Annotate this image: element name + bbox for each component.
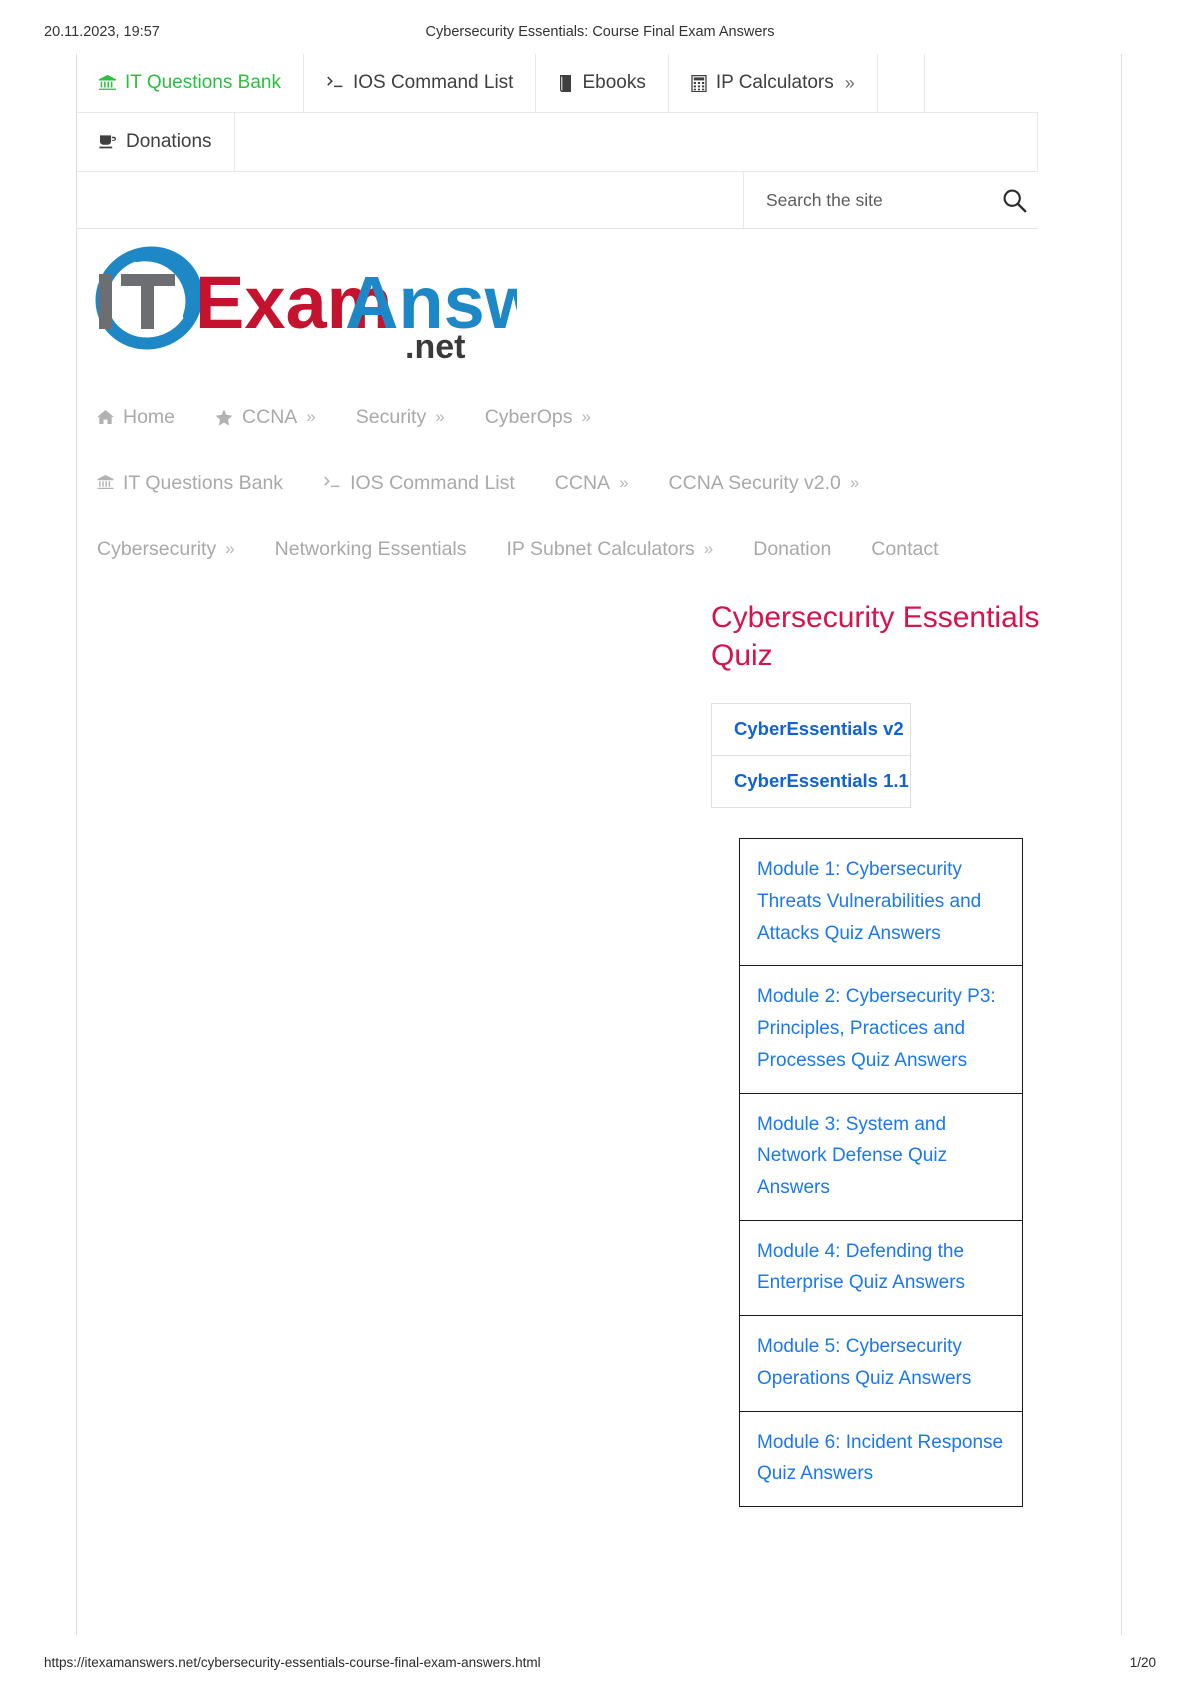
bank-icon <box>99 74 116 92</box>
nav-item-label: Networking Essentials <box>274 537 467 560</box>
topnav-item-ios-command-list[interactable]: IOS Command List <box>304 54 537 112</box>
chevron-double-right-icon: » <box>435 407 445 426</box>
topnav-item-donations[interactable]: Donations <box>77 113 235 171</box>
module-link-5[interactable]: Module 5: Cybersecurity Operations Quiz … <box>740 1316 1022 1412</box>
nav-item-ccna-security-v2[interactable]: CCNA Security v2.0 » <box>669 472 860 495</box>
main-nav-row-2: IT Questions Bank IOS Command List CCNA … <box>77 450 1077 516</box>
nav-item-label: Contact <box>871 537 939 560</box>
search-button[interactable] <box>1001 185 1028 215</box>
nav-item-ccna[interactable]: CCNA » <box>215 406 316 429</box>
chevron-double-right-icon: » <box>306 407 316 426</box>
search-icon <box>1003 189 1027 212</box>
nav-item-label: CCNA <box>242 405 298 428</box>
top-utility-nav-row-2: Donations <box>77 113 1038 172</box>
top-utility-nav: IT Questions Bank IOS Command List Ebook… <box>77 54 1038 229</box>
nav-item-home[interactable]: Home <box>97 406 175 429</box>
topnav-item-label: IP Calculators <box>715 72 834 93</box>
chevron-double-right-icon: » <box>619 473 629 492</box>
module-link-3[interactable]: Module 3: System and Network Defense Qui… <box>740 1094 1022 1221</box>
site-logo[interactable]: Exam Answers .net <box>77 246 547 364</box>
module-link-list: Module 1: Cybersecurity Threats Vulnerab… <box>739 838 1023 1507</box>
topnav-spacer-2 <box>235 113 1038 171</box>
nav-item-it-questions-bank[interactable]: IT Questions Bank <box>97 472 283 495</box>
nav-item-contact[interactable]: Contact <box>871 538 938 561</box>
calculator-icon <box>691 74 707 92</box>
bank-icon <box>97 475 114 491</box>
book-icon <box>558 74 573 92</box>
sidebar-tabs: CyberEssentials v2 CyberEssentials 1.1 <box>711 703 1051 809</box>
chevron-double-right-icon: » <box>703 539 714 558</box>
main-nav-row-3: Cybersecurity » Networking Essentials IP… <box>77 516 1077 582</box>
topnav-item-label: IT Questions Bank <box>125 72 281 93</box>
nav-item-label: CCNA <box>554 471 611 494</box>
terminal-icon <box>326 75 344 91</box>
nav-item-label: Cybersecurity <box>97 537 217 560</box>
print-source-url: https://itexamanswers.net/cybersecurity-… <box>44 1655 541 1670</box>
nav-item-label: Home <box>123 405 176 428</box>
nav-item-security[interactable]: Security » <box>356 406 445 429</box>
nav-item-label: IP Subnet Calculators <box>506 537 695 560</box>
tab-cyberessentials-1-1[interactable]: CyberEssentials 1.1 <box>711 756 911 809</box>
nav-item-ios-command-list[interactable]: IOS Command List <box>323 472 515 495</box>
topnav-tail <box>925 54 1038 112</box>
main-nav-row-1: Home CCNA » Security » CyberOps » <box>77 384 1077 450</box>
chevron-double-right-icon: » <box>225 539 235 558</box>
top-utility-nav-row-1: IT Questions Bank IOS Command List Ebook… <box>77 54 1038 113</box>
chevron-double-right-icon: » <box>581 407 591 426</box>
module-link-1[interactable]: Module 1: Cybersecurity Threats Vulnerab… <box>740 839 1022 967</box>
printed-web-page: 20.11.2023, 19:57 Cybersecurity Essentia… <box>0 0 1200 1698</box>
nav-item-networking-essentials[interactable]: Networking Essentials <box>275 538 467 561</box>
module-link-2[interactable]: Module 2: Cybersecurity P3: Principles, … <box>740 966 1022 1094</box>
nav-item-label: IT Questions Bank <box>123 471 284 494</box>
topnav-item-it-questions-bank[interactable]: IT Questions Bank <box>77 54 304 112</box>
main-navigation: Home CCNA » Security » CyberOps » IT Que… <box>77 384 1077 582</box>
nav-item-label: CyberOps <box>484 405 573 428</box>
topnav-spacer <box>878 54 925 112</box>
chevron-double-right-icon: » <box>849 473 860 492</box>
nav-item-donation[interactable]: Donation <box>753 538 831 561</box>
nav-item-label: CCNA Security v2.0 <box>668 471 841 494</box>
topnav-item-ebooks[interactable]: Ebooks <box>536 54 669 112</box>
sidebar-quiz-widget: Cybersecurity Essentials Quiz CyberEssen… <box>711 599 1051 1507</box>
print-page-number: 1/20 <box>1129 1655 1156 1670</box>
print-footer: https://itexamanswers.net/cybersecurity-… <box>0 1655 1200 1677</box>
terminal-icon <box>323 475 341 491</box>
module-link-4[interactable]: Module 4: Defending the Enterprise Quiz … <box>740 1221 1022 1317</box>
home-icon <box>97 409 114 425</box>
print-page-title: Cybersecurity Essentials: Course Final E… <box>425 24 775 40</box>
nav-item-ccna-2[interactable]: CCNA » <box>555 472 629 495</box>
search-row <box>77 172 1038 228</box>
nav-item-label: Security <box>355 405 427 428</box>
topnav-item-label: Ebooks <box>582 72 646 93</box>
search-input[interactable] <box>766 189 991 211</box>
module-link-6[interactable]: Module 6: Incident Response Quiz Answers <box>740 1412 1022 1506</box>
nav-item-label: Donation <box>753 537 832 560</box>
page-content-frame: IT Questions Bank IOS Command List Ebook… <box>76 54 1122 1635</box>
star-icon <box>215 409 233 426</box>
sidebar-title: Cybersecurity Essentials Quiz <box>711 601 1040 673</box>
topnav-item-ip-calculators[interactable]: IP Calculators » <box>669 54 878 112</box>
tab-cyberessentials-v2[interactable]: CyberEssentials v2 <box>711 703 911 757</box>
nav-item-cybersecurity[interactable]: Cybersecurity » <box>97 538 235 561</box>
coffee-cup-icon <box>99 134 117 150</box>
nav-item-cyberops[interactable]: CyberOps » <box>485 406 591 429</box>
nav-item-ip-subnet-calculators[interactable]: IP Subnet Calculators » <box>507 538 714 561</box>
nav-item-label: IOS Command List <box>350 471 515 494</box>
topnav-item-label: Donations <box>126 131 212 152</box>
svg-text:.net: .net <box>405 328 465 361</box>
chevron-double-right-icon: » <box>844 72 855 93</box>
topnav-item-label: IOS Command List <box>352 72 514 93</box>
site-search[interactable] <box>743 172 1038 228</box>
logo-graphic: Exam Answers .net <box>95 246 517 361</box>
print-header: 20.11.2023, 19:57 Cybersecurity Essentia… <box>0 24 1200 46</box>
